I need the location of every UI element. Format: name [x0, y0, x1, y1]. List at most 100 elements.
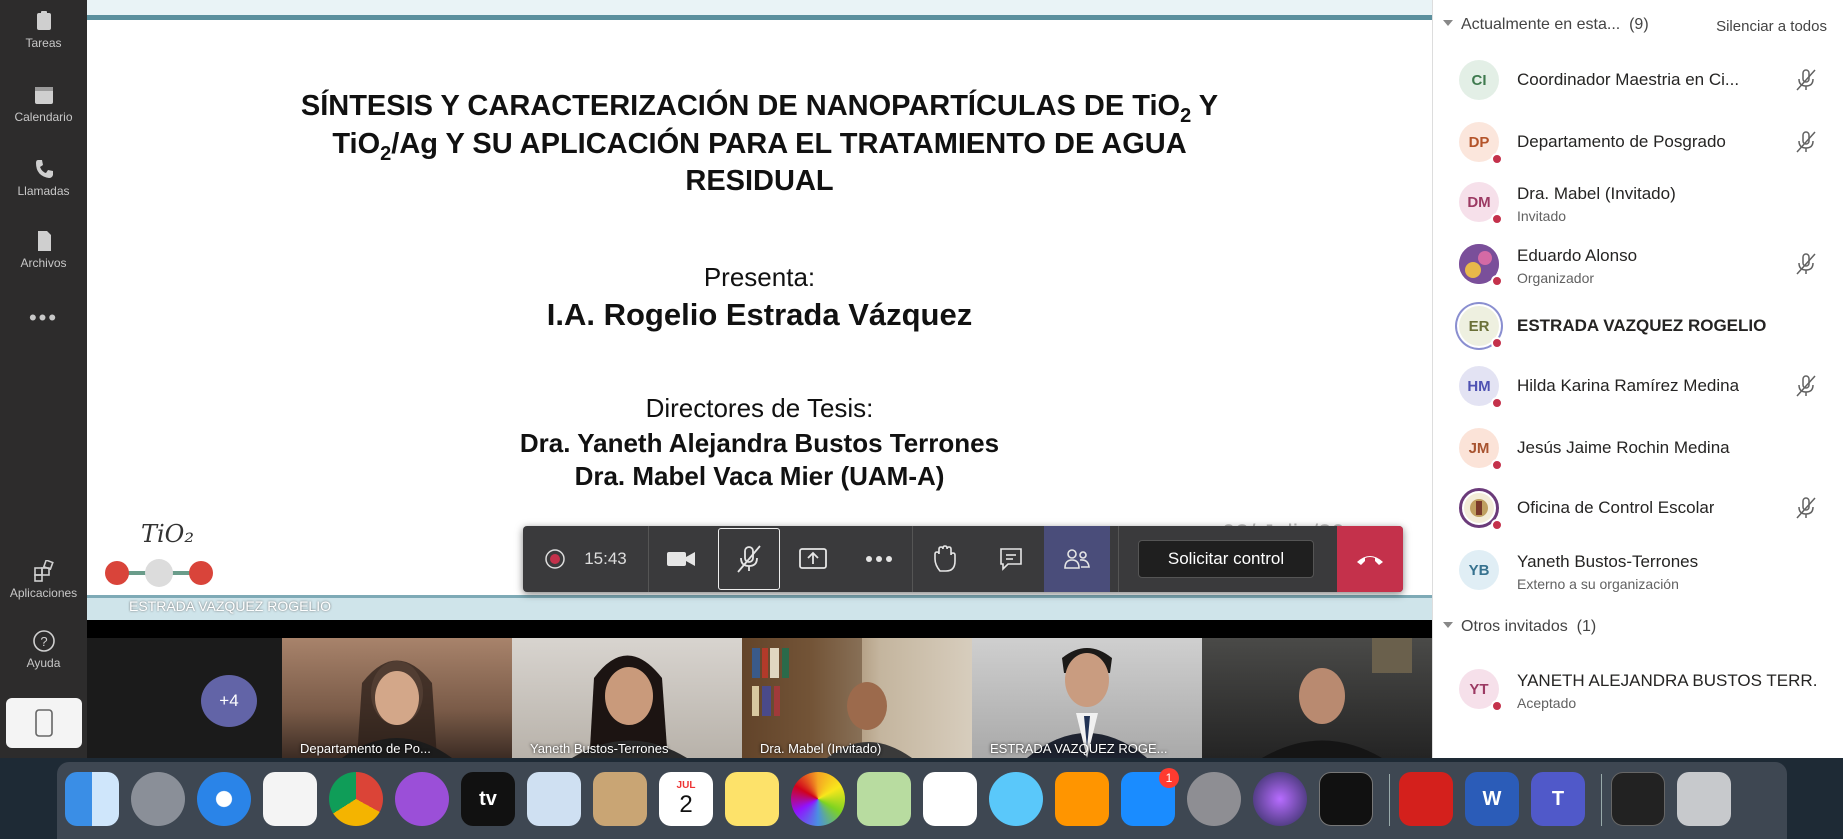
slide-title-line2: TiO2/Ag Y SU APLICACIÓN PARA EL TRATAMIE… [87, 128, 1432, 166]
slide-footer: ESTRADA VAZQUEZ ROGELIO [129, 598, 332, 614]
school-seal-icon [1464, 493, 1494, 523]
status-dot [1491, 700, 1503, 712]
siri-icon[interactable] [1253, 772, 1307, 826]
participants-button[interactable] [1044, 526, 1110, 592]
maps-icon[interactable] [857, 772, 911, 826]
device-button[interactable] [6, 698, 82, 748]
app-rail: Tareas Calendario Llamadas Archivos ••• … [0, 0, 87, 758]
calendar-icon [34, 87, 53, 104]
tv-icon[interactable]: tv [461, 772, 515, 826]
rail-item-calls[interactable]: Llamadas [0, 158, 87, 198]
safari-icon[interactable] [197, 772, 251, 826]
participant-name: Eduardo Alonso [1517, 246, 1638, 265]
participant-row[interactable]: Eduardo Alonso Organizador [1433, 236, 1843, 292]
calendar-app-icon[interactable]: JUL 2 [659, 772, 713, 826]
system-preferences-icon[interactable] [1187, 772, 1241, 826]
participant-name: YANETH ALEJANDRA BUSTOS TERR... [1517, 671, 1817, 690]
share-screen-button[interactable] [780, 526, 846, 592]
video-tile[interactable]: Dra. Mabel (Invitado) [742, 638, 972, 758]
rail-item-apps[interactable]: Aplicaciones [0, 560, 87, 600]
participant-video [572, 655, 687, 758]
files-icon [37, 231, 51, 251]
tio2-logo: TiO₂ [101, 520, 221, 590]
appstore-icon[interactable]: 1 [1121, 768, 1179, 826]
participant-row[interactable]: CI Coordinador Maestria en Ci... [1433, 52, 1843, 108]
rail-item-tasks[interactable]: Tareas [0, 10, 87, 50]
dock-divider [1389, 774, 1390, 826]
finder-icon[interactable] [65, 772, 119, 826]
camera-button[interactable] [648, 526, 714, 592]
video-tile[interactable] [1202, 638, 1432, 758]
video-tile[interactable]: Departamento de Po... [282, 638, 512, 758]
video-tile[interactable]: ESTRADA VAZQUEZ ROGE... [972, 638, 1202, 758]
rail-label: Tareas [25, 36, 62, 50]
mail-icon[interactable] [527, 772, 581, 826]
participant-video [1027, 648, 1147, 758]
photos-icon[interactable] [791, 772, 845, 826]
reminders-icon[interactable] [923, 772, 977, 826]
chevron-down-icon [1443, 622, 1453, 628]
launchpad-icon[interactable] [131, 772, 185, 826]
notes-icon[interactable] [725, 772, 779, 826]
slide-title-text: TiO [332, 128, 381, 160]
status-dot [1491, 275, 1503, 287]
books-icon[interactable] [1055, 772, 1109, 826]
mic-off-icon [1794, 496, 1818, 525]
mic-off-icon [1794, 252, 1818, 281]
chrome-icon[interactable] [329, 772, 383, 826]
participant-video [1262, 638, 1412, 758]
participant-name: Hilda Karina Ramírez Medina [1517, 376, 1740, 395]
participant-row[interactable]: YB Yaneth Bustos-Terrones Externo a su org… [1433, 542, 1843, 598]
trash-icon[interactable] [1677, 772, 1731, 826]
raise-hand-icon [934, 545, 956, 572]
hang-up-button[interactable] [1337, 526, 1403, 592]
music-icon[interactable] [263, 772, 317, 826]
rail-item-files[interactable]: Archivos [0, 230, 87, 270]
participant-row[interactable]: HM Hilda Karina Ramírez Medina [1433, 358, 1843, 414]
rail-label: Archivos [20, 256, 67, 270]
raise-hand-button[interactable] [912, 526, 978, 592]
terminal-icon[interactable] [1319, 772, 1373, 826]
rail-item-calendar[interactable]: Calendario [0, 84, 87, 124]
rail-item-help[interactable]: ? Ayuda [0, 630, 87, 670]
more-icon [866, 556, 892, 562]
call-timer: 15:43 [584, 549, 627, 568]
word-icon[interactable]: W [1465, 772, 1519, 826]
status-dot [1491, 519, 1503, 531]
request-control-button[interactable]: Solicitar control [1138, 540, 1314, 578]
more-actions-button[interactable] [846, 526, 912, 592]
participants-icon [1064, 549, 1090, 569]
more-participants-badge[interactable]: +4 [201, 675, 257, 727]
slide-title-text: Y [1191, 90, 1219, 122]
directors-label: Directores de Tesis: [645, 393, 874, 423]
apps-icon [33, 560, 54, 582]
messages-icon[interactable] [989, 772, 1043, 826]
participant-row[interactable]: DP Departamento de Posgrado [1433, 114, 1843, 170]
rail-label: Aplicaciones [9, 586, 78, 600]
participant-row[interactable]: JM Jesús Jaime Rochin Medina [1433, 420, 1843, 476]
chat-button[interactable] [978, 526, 1044, 592]
participant-row[interactable]: DM Dra. Mabel (Invitado) Invitado [1433, 174, 1843, 230]
participant-row[interactable]: YT YANETH ALEJANDRA BUSTOS TERR... Acept… [1433, 661, 1843, 717]
podcasts-icon[interactable] [395, 772, 449, 826]
mute-all-button[interactable]: Silenciar a todos [1716, 18, 1827, 35]
mic-off-icon [1794, 374, 1818, 403]
acrobat-icon[interactable] [1399, 772, 1453, 826]
participant-name: Dra. Mabel (Invitado) [1517, 184, 1676, 203]
section-other-header[interactable]: Otros invitados (1) [1443, 618, 1596, 636]
screenshot-icon[interactable] [1611, 772, 1665, 826]
teams-icon[interactable]: T [1531, 772, 1585, 826]
participant-row[interactable]: ER ESTRADA VAZQUEZ ROGELIO [1433, 298, 1843, 354]
contacts-icon[interactable] [593, 772, 647, 826]
svg-text:?: ? [40, 634, 47, 649]
tile-name: Dra. Mabel (Invitado) [760, 741, 882, 756]
section-current-header[interactable]: Actualmente en esta... (9) [1443, 16, 1649, 34]
section-title: Actualmente en esta... [1461, 16, 1621, 33]
participant-row[interactable]: Oficina de Control Escolar [1433, 480, 1843, 536]
recording-indicator: 15:43 [523, 526, 648, 592]
mic-button[interactable] [718, 528, 780, 590]
video-tile[interactable]: Yaneth Bustos-Terrones [512, 638, 742, 758]
mic-off-icon [1794, 130, 1818, 159]
participant-role: Organizador [1517, 270, 1595, 286]
rail-item-more[interactable]: ••• [0, 305, 87, 331]
